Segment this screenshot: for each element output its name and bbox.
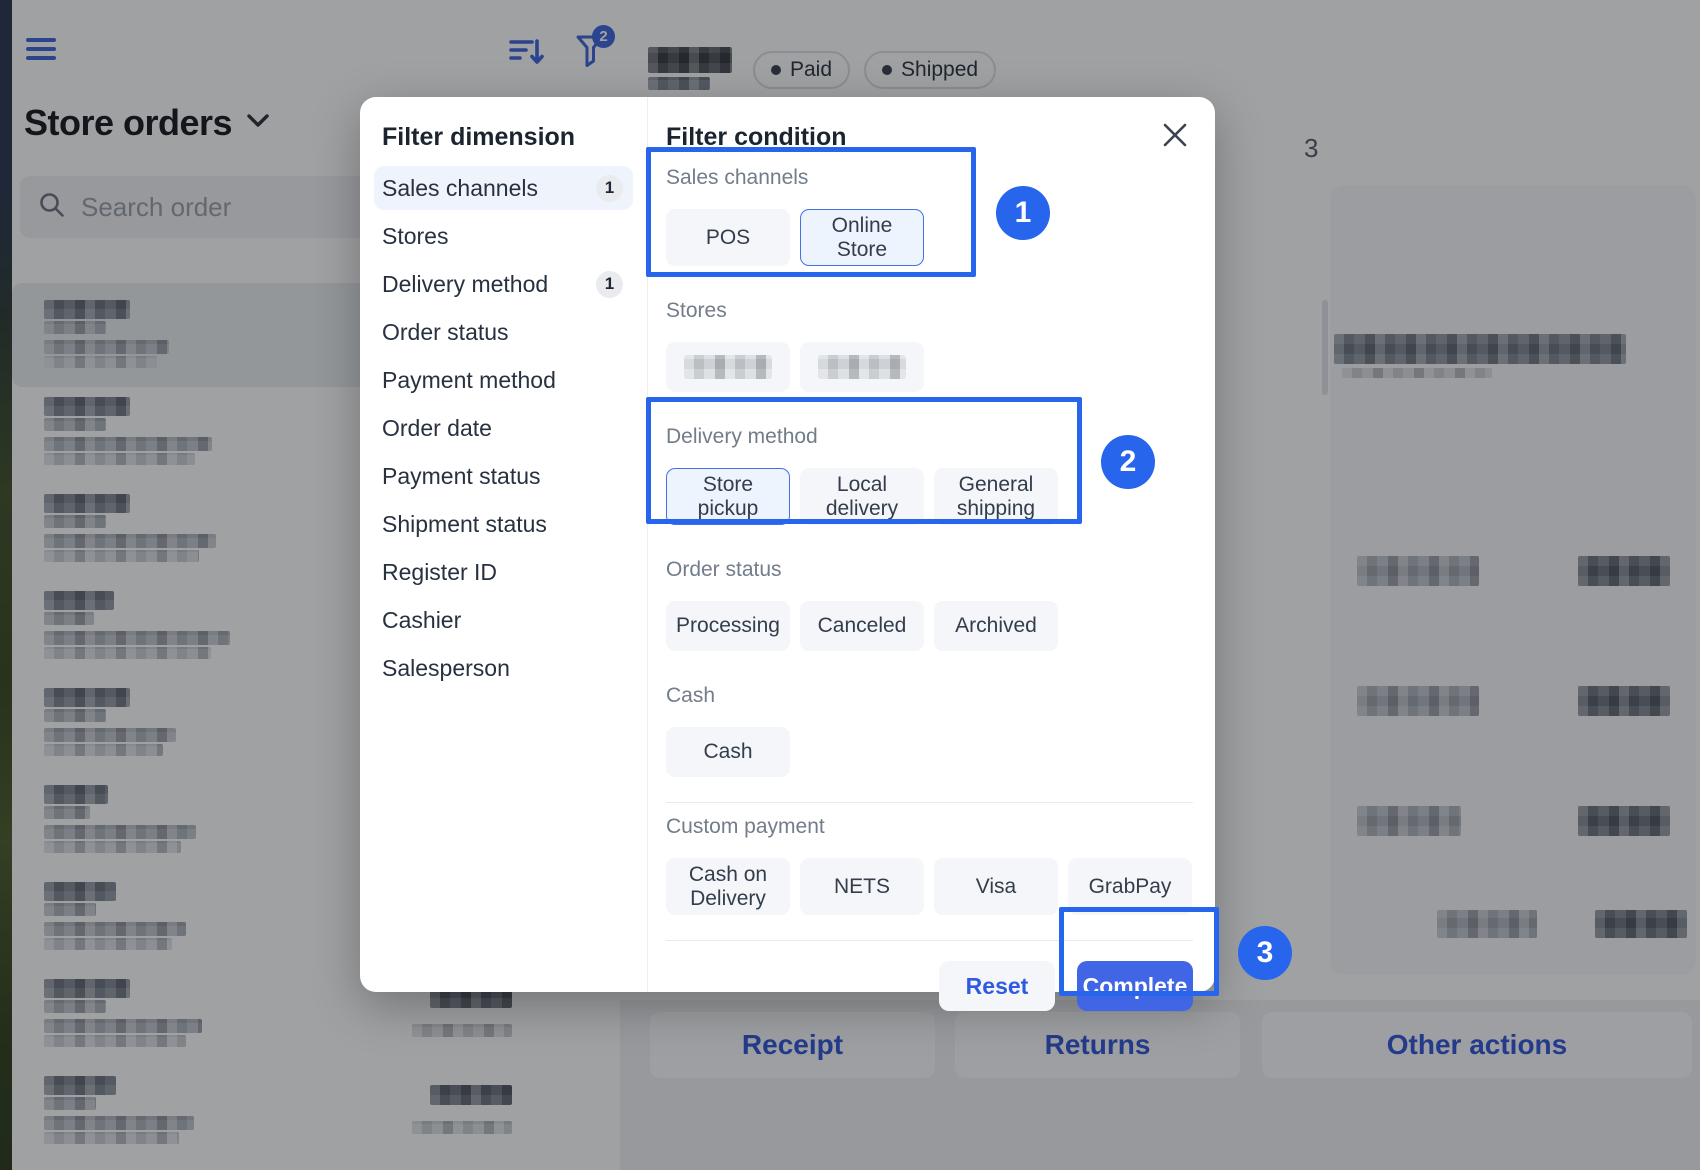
- dimension-label: Payment method: [382, 366, 556, 393]
- annotation-step-2: 2: [1101, 435, 1155, 489]
- filter-groups: Sales channels POS Online Store Stores Deliv…: [666, 166, 1193, 916]
- annotation-step-1: 1: [996, 186, 1050, 240]
- dimension-item-register-id[interactable]: Register ID: [374, 550, 633, 594]
- dimension-label: Register ID: [382, 558, 498, 585]
- annotation-box-1: [646, 147, 976, 277]
- option-row: [666, 342, 1193, 393]
- option-chip-cash-on-delivery[interactable]: Cash on Delivery: [666, 858, 790, 916]
- option-chip-nets[interactable]: NETS: [800, 858, 924, 916]
- dimension-item-shipment-status[interactable]: Shipment status: [374, 502, 633, 546]
- dimension-label: Salesperson: [382, 654, 510, 681]
- filter-group-custom-payment: Custom payment Cash on Delivery NETS Visa Gr…: [666, 815, 1193, 916]
- dimension-item-delivery-method[interactable]: Delivery method 1: [374, 262, 633, 306]
- divider: [666, 802, 1193, 804]
- option-chip-visa[interactable]: Visa: [934, 858, 1058, 916]
- redacted-store-chip[interactable]: [666, 342, 790, 393]
- option-chip-canceled[interactable]: Canceled: [800, 601, 924, 652]
- option-row: Cash: [666, 727, 1193, 778]
- redacted-store-chip[interactable]: [800, 342, 924, 393]
- close-icon[interactable]: [1161, 121, 1189, 149]
- screen: 2 Store orders PaidShipped: [0, 0, 1700, 1170]
- dimension-item-cashier[interactable]: Cashier: [374, 598, 633, 642]
- redacted-text: [684, 355, 772, 380]
- filter-dimension-panel: Filter dimension Sales channels 1 Stores De…: [360, 97, 648, 992]
- dimension-count-badge: 1: [596, 270, 623, 298]
- dimension-label: Order status: [382, 318, 509, 345]
- dimension-item-payment-method[interactable]: Payment method: [374, 358, 633, 402]
- option-chip-processing[interactable]: Processing: [666, 601, 790, 652]
- filter-dimension-title: Filter dimension: [382, 123, 576, 151]
- dimension-item-order-status[interactable]: Order status: [374, 310, 633, 354]
- dimension-label: Order date: [382, 414, 492, 441]
- annotation-box-2: [646, 397, 1082, 524]
- dimension-label: Stores: [382, 222, 449, 249]
- group-label: Custom payment: [666, 815, 825, 839]
- redacted-text: [818, 355, 906, 380]
- group-label: Stores: [666, 299, 727, 323]
- group-label: Cash: [666, 684, 716, 708]
- dimension-item-sales-channels[interactable]: Sales channels 1: [374, 166, 633, 210]
- dimension-item-salesperson[interactable]: Salesperson: [374, 646, 633, 690]
- annotation-box-3: [1059, 907, 1219, 996]
- dimension-label: Delivery method: [382, 270, 549, 297]
- dimension-label: Cashier: [382, 606, 462, 633]
- group-label: Order status: [666, 558, 782, 582]
- reset-button[interactable]: Reset: [939, 961, 1055, 1012]
- filter-group-cash: Cash Cash: [666, 684, 1193, 778]
- filter-group-order-status: Order status Processing Canceled Archived: [666, 558, 1193, 652]
- option-row: Processing Canceled Archived: [666, 601, 1193, 652]
- annotation-step-3: 3: [1238, 926, 1292, 980]
- dimension-item-stores[interactable]: Stores: [374, 214, 633, 258]
- dimension-list: Sales channels 1 Stores Delivery method 1 Ord…: [374, 166, 633, 690]
- option-chip-cash[interactable]: Cash: [666, 727, 790, 778]
- filter-group-stores: Stores: [666, 299, 1193, 393]
- dimension-item-order-date[interactable]: Order date: [374, 406, 633, 450]
- option-chip-archived[interactable]: Archived: [934, 601, 1058, 652]
- dimension-label: Payment status: [382, 462, 541, 489]
- dimension-item-payment-status[interactable]: Payment status: [374, 454, 633, 498]
- dimension-label: Sales channels: [382, 174, 538, 201]
- dimension-count-badge: 1: [596, 174, 623, 202]
- dimension-label: Shipment status: [382, 510, 547, 537]
